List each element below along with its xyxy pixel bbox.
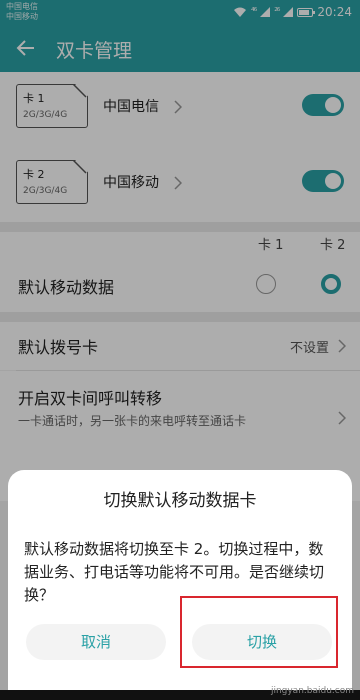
highlight-annotation — [180, 596, 338, 668]
dialog-title: 切换默认移动数据卡 — [103, 491, 257, 511]
watermark: jingyan.baidu.com — [270, 686, 354, 696]
switch-data-card-dialog: 切换默认移动数据卡 默认移动数据将切换至卡 2。切换过程中，数据业务、打电话等功… — [8, 470, 352, 700]
cancel-button[interactable]: 取消 — [26, 624, 166, 660]
